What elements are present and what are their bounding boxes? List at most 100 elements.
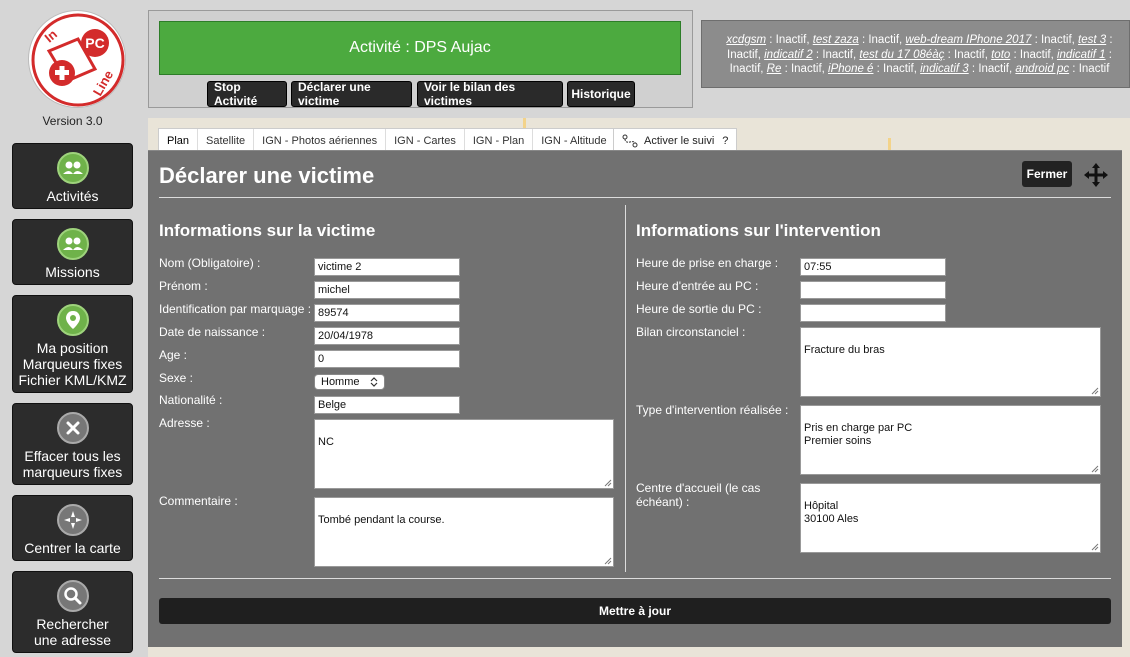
victim-section-title: Informations sur la victime [159, 221, 376, 240]
device-link[interactable]: iPhone é [828, 63, 873, 75]
activity-banner: Activité : DPS Aujac [159, 21, 681, 75]
device-link[interactable]: test du 17 08éàç [859, 49, 944, 61]
logo-pc-text: PC [85, 35, 104, 51]
sex-select-value: Homme [321, 376, 360, 388]
sidebar: PC In Line Version 3.0 Activités Mission… [0, 0, 145, 657]
reception-center-value: Hôpital 30100 Ales [804, 500, 859, 525]
device-link[interactable]: xcdgsm [726, 34, 766, 46]
tracking-label: Activer le suivi [644, 135, 715, 147]
device-status: Inactif [1019, 48, 1051, 61]
address-value: NC [318, 436, 334, 448]
bilan-label: Bilan circonstanciel : [636, 325, 746, 339]
clear-markers-button[interactable]: Effacer tous les marqueurs fixes [12, 403, 133, 485]
position-label-line2: Marqueurs fixes [22, 356, 123, 372]
nationality-field[interactable]: Belge [314, 396, 460, 414]
activity-header: Activité : DPS Aujac Stop Activité Décla… [148, 10, 693, 108]
crosshair-icon [56, 504, 89, 536]
entry-time-field[interactable] [800, 281, 946, 299]
history-button[interactable]: Historique [567, 81, 635, 107]
reception-center-textarea[interactable]: Hôpital 30100 Ales [800, 483, 1101, 553]
position-label-line1: Ma position [36, 340, 109, 356]
stop-activity-button[interactable]: Stop Activité [207, 80, 287, 108]
name-label: Nom (Obligatoire) : [159, 256, 261, 270]
address-label: Adresse : [159, 416, 210, 430]
marking-field[interactable]: 89574 [314, 304, 460, 322]
divider [159, 197, 1111, 198]
device-status: Inactif [729, 63, 761, 75]
tracking-help-link[interactable]: ? [722, 135, 728, 147]
missions-button[interactable]: Missions [12, 219, 133, 285]
device-link[interactable]: indicatif 1 [1057, 49, 1106, 61]
device-link[interactable]: toto [991, 49, 1010, 61]
center-map-label: Centrer la carte [24, 540, 121, 556]
nationality-label: Nationalité : [159, 393, 223, 407]
device-link[interactable]: test zaza [813, 34, 859, 46]
device-status: Inactif [1078, 63, 1110, 75]
declare-victim-button[interactable]: Déclarer une victime [291, 80, 412, 108]
search-icon [56, 580, 89, 612]
device-status: Inactif [883, 63, 914, 75]
resize-grip-icon[interactable] [1091, 465, 1099, 473]
device-link[interactable]: Re [767, 63, 782, 75]
move-icon[interactable] [1082, 161, 1110, 189]
search-address-button[interactable]: Rechercher une adresse [12, 571, 133, 653]
divider [159, 578, 1111, 579]
resize-grip-icon[interactable] [1091, 543, 1099, 551]
resize-grip-icon[interactable] [604, 557, 612, 565]
victims-report-button[interactable]: Voir le bilan des victimes [417, 80, 563, 108]
center-map-button[interactable]: Centrer la carte [12, 495, 133, 561]
device-link[interactable]: indicatif 2 [764, 49, 813, 61]
entry-time-label: Heure d'entrée au PC : [636, 279, 759, 293]
device-status: Inactif [727, 48, 758, 61]
comment-textarea[interactable]: Tombé pendant la course. [314, 497, 614, 567]
firstname-label: Prénom : [159, 279, 208, 293]
position-markers-button[interactable]: Ma position Marqueurs fixes Fichier KML/… [12, 295, 133, 393]
device-status: Inactif [822, 48, 853, 61]
activities-button[interactable]: Activités [12, 143, 133, 209]
device-link[interactable]: test 3 [1078, 34, 1106, 46]
age-field[interactable]: 0 [314, 350, 460, 368]
device-link[interactable]: indicatif 3 [920, 63, 969, 75]
bilan-value: Fracture du bras [804, 344, 885, 356]
app-logo: PC In Line [28, 10, 126, 108]
bilan-textarea[interactable]: Fracture du bras [800, 327, 1101, 397]
declare-victim-dialog: Déclarer une victime Fermer Informations… [148, 150, 1122, 647]
name-field[interactable]: victime 2 [314, 258, 460, 276]
device-status: Inactif [775, 34, 807, 46]
sex-select[interactable]: Homme [314, 374, 385, 390]
position-label-line3: Fichier KML/KMZ [18, 372, 127, 388]
version-label: Version 3.0 [42, 114, 103, 128]
intervention-section-title: Informations sur l'intervention [636, 221, 881, 240]
search-label-line2: une adresse [33, 632, 112, 648]
divider [625, 205, 626, 572]
device-link[interactable]: web-dream IPhone 2017 [905, 34, 1031, 46]
dialog-title: Déclarer une victime [159, 163, 375, 188]
activities-label: Activités [46, 188, 99, 204]
address-textarea[interactable]: NC [314, 419, 614, 489]
exit-time-field[interactable] [800, 304, 946, 322]
sex-label: Sexe : [159, 371, 194, 385]
route-icon [622, 134, 638, 148]
start-time-field[interactable]: 07:55 [800, 258, 946, 276]
intervention-type-textarea[interactable]: Pris en charge par PC Premier soins [800, 405, 1101, 475]
firstname-field[interactable]: michel [314, 281, 460, 299]
reception-center-label-line1: Centre d'accueil (le cas [636, 481, 761, 495]
update-button[interactable]: Mettre à jour [159, 598, 1111, 624]
resize-grip-icon[interactable] [1091, 387, 1099, 395]
intervention-type-value: Pris en charge par PC Premier soins [804, 422, 913, 447]
close-dialog-button[interactable]: Fermer [1022, 161, 1072, 187]
intervention-type-label: Type d'intervention réalisée : [636, 403, 789, 417]
birthdate-field[interactable]: 20/04/1978 [314, 327, 460, 345]
devices-status-panel: xcdgsm : Inactif, test zaza : Inactif, w… [701, 20, 1130, 88]
marking-label: Identification par marquage : [159, 302, 312, 316]
device-status: Inactif [868, 34, 900, 46]
exit-time-label: Heure de sortie du PC : [636, 302, 762, 316]
reception-center-label: Centre d'accueil (le cas échéant) : [636, 481, 760, 509]
missions-label: Missions [45, 264, 100, 280]
resize-grip-icon[interactable] [604, 479, 612, 487]
device-status: Inactif [1040, 34, 1072, 46]
start-time-label: Heure de prise en charge : [636, 256, 779, 270]
device-status: Inactif [978, 63, 1009, 75]
device-link[interactable]: android pc [1015, 63, 1069, 75]
comment-label: Commentaire : [159, 494, 238, 508]
